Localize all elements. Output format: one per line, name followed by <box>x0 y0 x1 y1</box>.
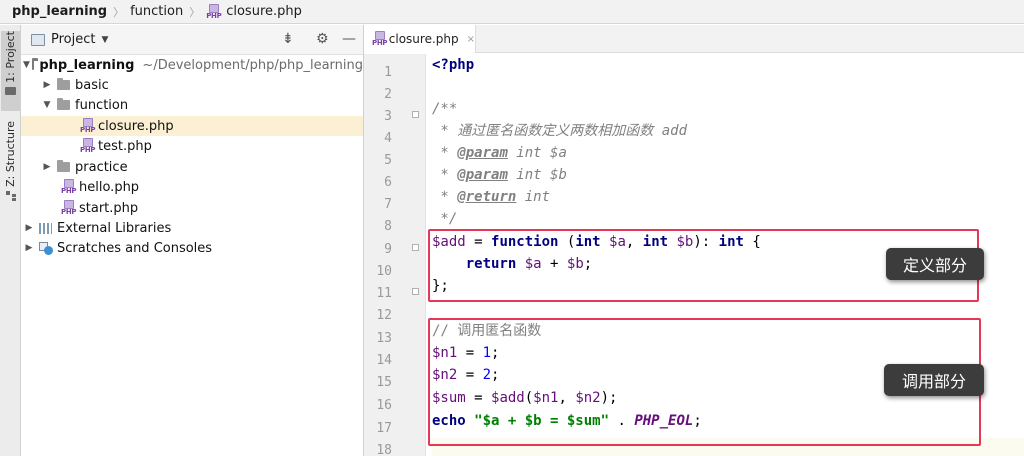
tree-item-label: practice <box>75 159 128 175</box>
tree-item-label: function <box>75 97 129 113</box>
line-number: 2 <box>384 87 392 102</box>
structure-tool-label: Z: Structure <box>4 121 17 187</box>
code-line-7: * @return int <box>432 189 551 205</box>
line-number: 11 <box>376 286 392 301</box>
php-file-icon: PHP <box>372 31 388 47</box>
chevron-right-icon: 〉 <box>113 5 125 19</box>
folder-icon <box>5 86 16 95</box>
breadcrumb-file[interactable]: closure.php <box>226 4 302 19</box>
line-number: 18 <box>376 443 392 456</box>
line-number: 4 <box>384 131 392 146</box>
line-number: 15 <box>376 375 392 390</box>
fold-marker-icon[interactable] <box>412 244 419 251</box>
project-tree: ▼ php_learning ~/Development/php/php_lea… <box>21 55 363 456</box>
php-file-icon: PHP <box>206 3 222 20</box>
tree-item-start[interactable]: PHP start.php <box>21 198 363 218</box>
line-number-gutter: 1 2 3 4 5 6 7 8 9 10 11 12 13 14 15 16 17 18 <box>364 54 426 456</box>
fold-marker-icon[interactable] <box>412 288 419 295</box>
code-line-4: * 通过匿名函数定义两数相加函数 add <box>432 123 688 139</box>
tree-item-label: test.php <box>98 138 152 154</box>
hide-panel-icon[interactable]: — <box>342 31 356 47</box>
structure-tool-tab[interactable]: Z: Structure <box>1 121 20 201</box>
project-tool-tab[interactable]: 1: Project <box>1 31 20 111</box>
tree-item-label: External Libraries <box>57 220 172 236</box>
line-number: 7 <box>384 197 392 212</box>
tree-item-label: basic <box>75 77 109 93</box>
line-number: 10 <box>376 264 392 279</box>
project-tool-label: 1: Project <box>4 31 17 83</box>
line-number: 8 <box>384 219 392 234</box>
php-file-icon: PHP <box>80 138 96 154</box>
chevron-down-icon[interactable]: ▼ <box>41 100 53 110</box>
chevron-right-icon[interactable]: ▶ <box>23 243 35 253</box>
caret-down-icon[interactable]: ▼ <box>101 35 108 45</box>
line-number: 12 <box>376 308 392 323</box>
definition-callout: 定义部分 <box>886 248 984 280</box>
tool-window-strip: 1: Project Z: Structure <box>0 25 21 456</box>
libraries-icon <box>39 222 52 234</box>
close-icon[interactable]: × <box>467 34 475 45</box>
tab-closure-php[interactable]: PHP closure.php × <box>364 25 476 53</box>
line-number: 5 <box>384 153 392 168</box>
code-line-6: * @param int $b <box>432 167 567 183</box>
project-panel-title[interactable]: Project <box>51 32 95 47</box>
folder-icon <box>57 98 70 110</box>
call-callout: 调用部分 <box>884 364 984 396</box>
line-number: 1 <box>384 65 392 80</box>
folder-icon <box>57 78 70 90</box>
tree-item-external-libraries[interactable]: ▶ External Libraries <box>21 218 363 238</box>
project-panel-header: Project ▼ ⇟ ⚙ — <box>21 25 363 55</box>
tree-item-hello[interactable]: PHP hello.php <box>21 177 363 197</box>
chevron-down-icon[interactable]: ▼ <box>23 60 30 70</box>
tree-item-closure[interactable]: PHP closure.php <box>21 116 363 136</box>
breadcrumb-folder[interactable]: function <box>130 4 183 19</box>
tree-item-label: closure.php <box>98 118 174 134</box>
line-number: 9 <box>384 242 392 257</box>
structure-icon <box>5 190 16 201</box>
tree-item-path: ~/Development/php/php_learning <box>142 57 363 73</box>
code-line-3: /** <box>432 101 458 117</box>
line-number: 6 <box>384 175 392 190</box>
folder-icon <box>31 58 40 70</box>
chevron-right-icon: 〉 <box>189 5 201 19</box>
php-file-icon: PHP <box>80 118 96 134</box>
tab-label: closure.php <box>388 32 459 46</box>
tree-item-test[interactable]: PHP test.php <box>21 136 363 156</box>
tree-item-practice[interactable]: ▶ practice <box>21 157 363 177</box>
chevron-right-icon[interactable]: ▶ <box>23 223 35 233</box>
code-line-5: * @param int $a <box>432 145 567 161</box>
project-view-icon <box>31 33 45 46</box>
tree-item-root[interactable]: ▼ php_learning ~/Development/php/php_lea… <box>21 55 363 75</box>
code-line-1: <?php <box>432 57 475 73</box>
code-line-8: */ <box>432 211 458 227</box>
tree-item-function[interactable]: ▼ function <box>21 95 363 115</box>
line-number: 16 <box>376 398 392 413</box>
chevron-right-icon[interactable]: ▶ <box>41 162 53 172</box>
tree-item-basic[interactable]: ▶ basic <box>21 75 363 95</box>
line-number: 3 <box>384 109 392 124</box>
gear-icon[interactable]: ⚙ <box>316 31 329 47</box>
tree-item-label: php_learning <box>39 57 135 73</box>
tree-item-label: start.php <box>79 200 139 216</box>
fold-marker-icon[interactable] <box>412 111 419 118</box>
breadcrumb: php_learning 〉 function 〉 PHP closure.ph… <box>0 0 1024 24</box>
scratches-icon <box>39 242 53 255</box>
line-number: 14 <box>376 353 392 368</box>
php-file-icon: PHP <box>61 179 77 195</box>
tree-item-label: Scratches and Consoles <box>57 240 213 256</box>
editor-tab-bar: PHP closure.php × <box>364 25 1024 53</box>
tree-item-label: hello.php <box>79 179 140 195</box>
tree-item-scratches[interactable]: ▶ Scratches and Consoles <box>21 238 363 258</box>
php-file-icon: PHP <box>61 200 77 216</box>
collapse-all-icon[interactable]: ⇟ <box>282 31 294 47</box>
line-number: 17 <box>376 421 392 436</box>
line-number: 13 <box>376 331 392 346</box>
folder-icon <box>57 160 70 172</box>
breadcrumb-project[interactable]: php_learning <box>12 4 107 19</box>
chevron-right-icon[interactable]: ▶ <box>41 80 53 90</box>
